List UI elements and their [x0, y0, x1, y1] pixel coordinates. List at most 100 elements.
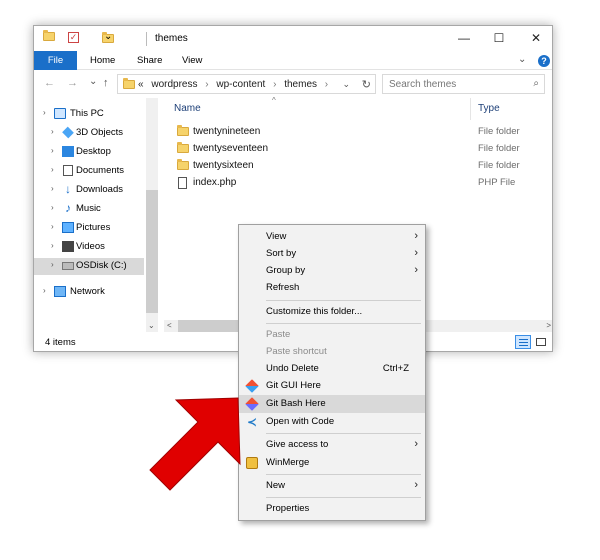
column-divider[interactable]	[470, 98, 471, 120]
folder-icon	[123, 78, 135, 89]
breadcrumb: « › wordpress › wp-content › themes ›	[138, 79, 333, 90]
forward-button[interactable]: →	[67, 77, 78, 89]
menu-item-refresh[interactable]: Refresh	[239, 279, 425, 297]
large-icons-view-button[interactable]	[533, 335, 549, 349]
submenu-arrow-icon: ›	[414, 247, 418, 259]
expander-chevron-icon[interactable]: ›	[43, 108, 46, 117]
menu-item-customize-folder[interactable]: Customize this folder...	[239, 303, 425, 321]
menu-item-label: Paste	[266, 329, 291, 340]
nav-item-documents[interactable]: › Documents	[34, 163, 144, 180]
menu-item-group-by[interactable]: Group by ›	[239, 262, 425, 280]
quick-access-dropdown-icon[interactable]: ⌄	[104, 31, 112, 42]
scroll-left-icon[interactable]: <	[167, 321, 172, 330]
expander-chevron-icon[interactable]: ›	[51, 241, 54, 250]
scrollbar-thumb[interactable]	[146, 190, 158, 313]
help-icon[interactable]: ?	[538, 55, 550, 67]
nav-item-desktop[interactable]: › Desktop	[34, 144, 144, 161]
menu-item-label: Git Bash Here	[266, 398, 326, 409]
file-row[interactable]: twentyseventeen File folder	[174, 141, 552, 158]
folder-icon	[177, 142, 189, 153]
column-header-name[interactable]: Name	[174, 103, 201, 114]
menu-item-label: Undo Delete	[266, 363, 319, 374]
expander-chevron-icon[interactable]: ›	[43, 286, 46, 295]
ribbon: File Home Share View ⌄ ?	[34, 51, 552, 70]
expander-chevron-icon[interactable]: ›	[51, 127, 54, 136]
breadcrumb-item-wp-content[interactable]: wp-content	[216, 79, 265, 90]
disk-icon	[62, 262, 74, 270]
file-name: twentysixteen	[193, 160, 254, 171]
file-row[interactable]: twentynineteen File folder	[174, 124, 552, 141]
address-bar[interactable]: « › wordpress › wp-content › themes › ⌄ …	[117, 74, 376, 94]
tab-view[interactable]: View	[182, 51, 202, 70]
breadcrumb-item-themes[interactable]: themes	[284, 79, 317, 90]
nav-item-osdisk[interactable]: › OSDisk (C:)	[34, 258, 144, 275]
expander-chevron-icon[interactable]: ›	[51, 260, 54, 269]
file-name: twentynineteen	[193, 126, 261, 137]
videos-icon	[62, 241, 74, 252]
menu-item-properties[interactable]: Properties	[239, 500, 425, 518]
nav-item-network[interactable]: › Network	[34, 284, 144, 301]
menu-item-label: Paste shortcut	[266, 346, 327, 357]
breadcrumb-overflow[interactable]: «	[138, 79, 144, 90]
large-icons-view-icon	[536, 338, 546, 346]
sort-ascending-icon: ^	[272, 96, 276, 105]
expander-chevron-icon[interactable]: ›	[51, 146, 54, 155]
close-button[interactable]: ✕	[521, 29, 551, 47]
search-input[interactable]: Search themes ⌕	[382, 74, 545, 94]
ribbon-expand-icon[interactable]: ⌄	[518, 54, 526, 65]
scroll-down-icon[interactable]: ⌄	[148, 321, 155, 330]
menu-item-label: Open with Code	[266, 416, 335, 427]
file-type: File folder	[478, 126, 520, 137]
details-view-icon	[519, 345, 528, 346]
expander-chevron-icon[interactable]: ›	[51, 165, 54, 174]
menu-item-label: Customize this folder...	[266, 306, 363, 317]
nav-item-downloads[interactable]: › ↓ Downloads	[34, 182, 144, 199]
breadcrumb-separator[interactable]: ›	[273, 79, 276, 90]
tab-share[interactable]: Share	[137, 51, 162, 70]
properties-icon[interactable]: ✓	[68, 32, 79, 43]
nav-item-3d-objects[interactable]: › 3D Objects	[34, 125, 144, 142]
expander-chevron-icon[interactable]: ›	[51, 203, 54, 212]
refresh-icon[interactable]: ↻	[362, 78, 371, 91]
nav-item-label: Pictures	[76, 222, 111, 233]
file-row[interactable]: index.php PHP File	[174, 175, 552, 192]
nav-item-pictures[interactable]: › Pictures	[34, 220, 144, 237]
breadcrumb-separator[interactable]: ›	[205, 79, 208, 90]
nav-item-label: OSDisk (C:)	[76, 260, 127, 271]
nav-item-label: Downloads	[76, 184, 123, 195]
file-row[interactable]: twentysixteen File folder	[174, 158, 552, 175]
minimize-button[interactable]: —	[449, 29, 479, 47]
up-button[interactable]: ↑	[103, 77, 109, 89]
recent-locations-button[interactable]: ⌄	[89, 76, 97, 87]
expander-chevron-icon[interactable]: ›	[51, 222, 54, 231]
nav-item-videos[interactable]: › Videos	[34, 239, 144, 256]
item-count: 4 items	[45, 337, 76, 348]
search-icon[interactable]: ⌕	[533, 78, 539, 89]
red-pointer-arrow	[149, 397, 241, 491]
expander-chevron-icon[interactable]: ›	[51, 184, 54, 193]
column-header-type[interactable]: Type	[478, 103, 500, 114]
file-type: File folder	[478, 143, 520, 154]
nav-item-this-pc[interactable]: › This PC	[34, 106, 144, 123]
tab-file[interactable]: File	[34, 51, 77, 70]
breadcrumb-separator[interactable]: ›	[325, 79, 328, 90]
breadcrumb-item-wordpress[interactable]: wordpress	[151, 79, 197, 90]
nav-item-label: This PC	[70, 108, 104, 119]
file-icon	[178, 177, 187, 189]
menu-item-view[interactable]: View ›	[239, 228, 425, 246]
tab-home[interactable]: Home	[90, 51, 115, 70]
nav-item-label: Music	[76, 203, 101, 214]
scroll-right-icon[interactable]: >	[546, 321, 551, 330]
nav-item-music[interactable]: › ♪ Music	[34, 201, 144, 218]
menu-item-sort-by[interactable]: Sort by ›	[239, 245, 425, 263]
help-glyph: ?	[538, 55, 550, 67]
menu-item-label: Git GUI Here	[266, 380, 321, 391]
address-dropdown-icon[interactable]: ⌄	[342, 79, 350, 90]
menu-separator	[266, 497, 421, 498]
back-button[interactable]: ←	[44, 77, 55, 89]
details-view-button[interactable]	[515, 335, 531, 349]
maximize-button[interactable]: ☐	[484, 29, 514, 47]
menu-item-label: Properties	[266, 503, 310, 514]
nav-item-label: Documents	[76, 165, 125, 176]
navigation-scrollbar[interactable]: ⌄	[146, 98, 158, 332]
